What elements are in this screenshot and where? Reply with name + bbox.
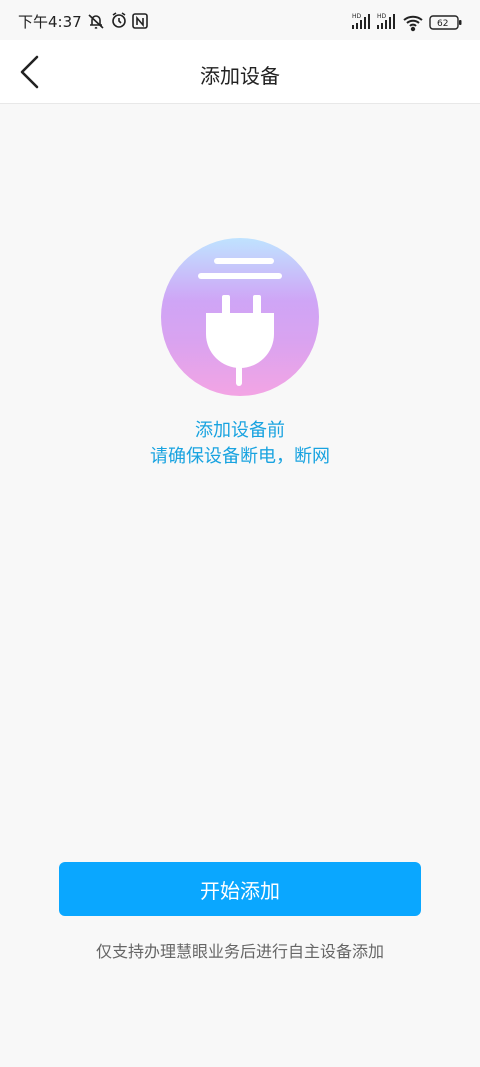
nfc-icon: [132, 13, 148, 29]
system-indicators: HD HD 62: [352, 13, 462, 32]
status-icons-left: [86, 11, 156, 31]
mute-bell-icon: [88, 14, 104, 29]
nav-bar: 添加设备: [0, 40, 480, 104]
battery-level: 62: [437, 19, 448, 29]
status-bar: 下午4:37 HD HD 62: [0, 0, 480, 40]
hint-line-2: 请确保设备断电，断网: [150, 446, 330, 467]
status-time: 下午4:37: [18, 13, 82, 31]
instruction-text: 添加设备前 请确保设备断电，断网: [0, 418, 480, 470]
status-icons-right: HD HD 62: [352, 12, 462, 32]
hd-label: HD: [352, 13, 362, 20]
signal-icon: HD: [352, 13, 370, 29]
hd-label-2: HD: [377, 13, 387, 20]
hero-illustration: [161, 238, 319, 396]
alarm-icon: [112, 12, 126, 28]
battery-icon: 62: [429, 15, 462, 30]
page-title: 添加设备: [200, 64, 280, 88]
power-plug-icon: [198, 258, 282, 386]
notification-icons: [88, 12, 148, 29]
signal-icon-2: HD: [377, 13, 395, 29]
wifi-icon: [403, 15, 423, 32]
start-add-button[interactable]: 开始添加: [59, 862, 421, 916]
support-note: 仅支持办理慧眼业务后进行自主设备添加: [95, 942, 384, 961]
hint-line-1: 添加设备前: [195, 420, 285, 441]
